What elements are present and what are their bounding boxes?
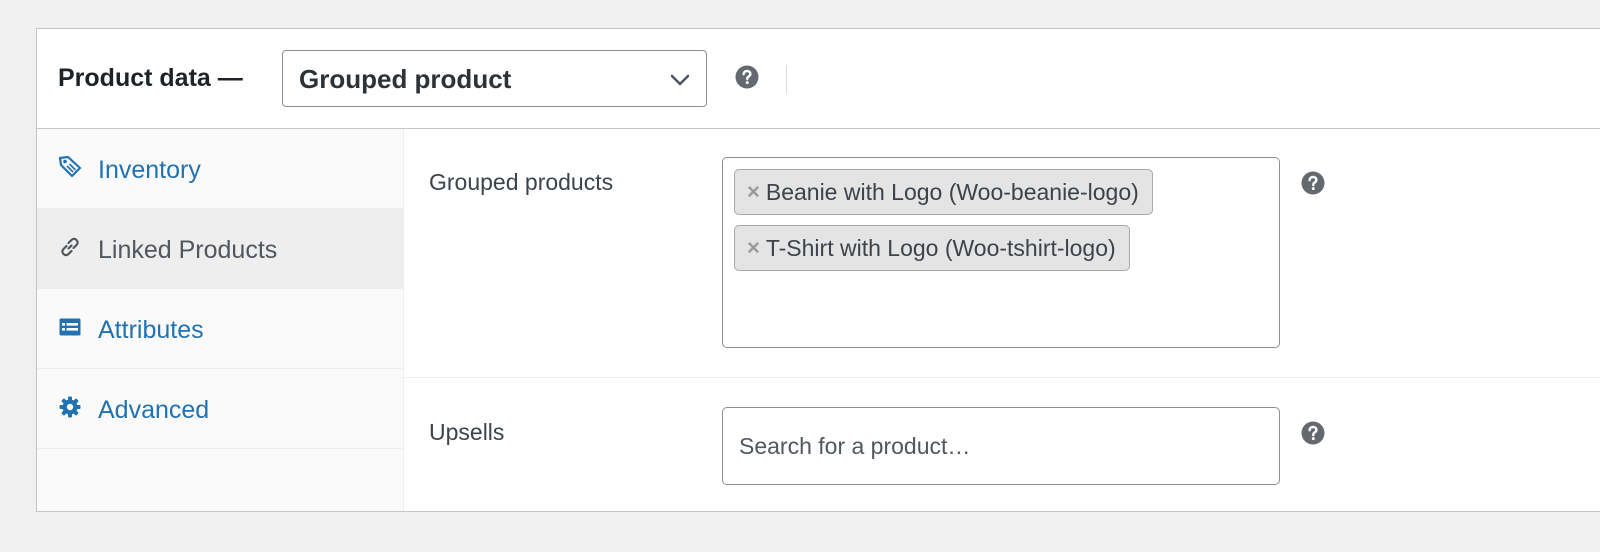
tab-label: Linked Products (98, 236, 278, 264)
tab-inventory[interactable]: Inventory (37, 129, 403, 209)
tab-advanced[interactable]: Advanced (37, 369, 403, 449)
question-circle-icon[interactable] (1301, 171, 1325, 195)
product-data-panel: Product data — Grouped product Inventory (36, 28, 1600, 512)
grouped-products-row: Grouped products × Beanie with Logo (Woo… (404, 129, 1600, 378)
chip-label: Beanie with Logo (Woo-beanie-logo) (765, 178, 1139, 205)
selected-product-chip: × T-Shirt with Logo (Woo-tshirt-logo) (734, 225, 1130, 271)
grouped-products-label: Grouped products (429, 169, 614, 195)
tab-label: Advanced (98, 396, 210, 424)
product-type-value: Grouped product (299, 64, 512, 94)
chip-label: T-Shirt with Logo (Woo-tshirt-logo) (765, 234, 1116, 261)
upsells-label: Upsells (429, 419, 505, 445)
question-circle-icon[interactable] (1301, 421, 1325, 445)
tab-label: Attributes (98, 316, 204, 344)
question-circle-icon[interactable] (735, 65, 759, 89)
selected-product-chip: × Beanie with Logo (Woo-beanie-logo) (734, 169, 1153, 215)
product-data-tabs: Inventory Linked Products Attributes Adv… (37, 129, 404, 511)
list-table-icon (59, 318, 81, 336)
header-divider (786, 65, 787, 93)
link-icon (61, 237, 79, 257)
linked-products-panel: Grouped products × Beanie with Logo (Woo… (404, 129, 1600, 511)
product-type-select[interactable]: Grouped product (282, 50, 707, 107)
panel-header: Product data — Grouped product (37, 29, 1600, 129)
tab-label: Inventory (98, 156, 201, 184)
remove-chip-button[interactable]: × (747, 181, 760, 203)
tag-icon (58, 155, 82, 178)
remove-chip-button[interactable]: × (747, 237, 760, 259)
tab-linked-products[interactable]: Linked Products (37, 209, 403, 289)
chevron-down-icon (670, 74, 690, 86)
panel-title: Product data — (58, 64, 243, 92)
gear-icon (59, 396, 81, 418)
grouped-products-select[interactable]: × Beanie with Logo (Woo-beanie-logo) × T… (722, 157, 1280, 348)
tab-attributes[interactable]: Attributes (37, 289, 403, 369)
upsells-row: Upsells (404, 378, 1600, 513)
upsells-search-input[interactable] (722, 407, 1280, 485)
